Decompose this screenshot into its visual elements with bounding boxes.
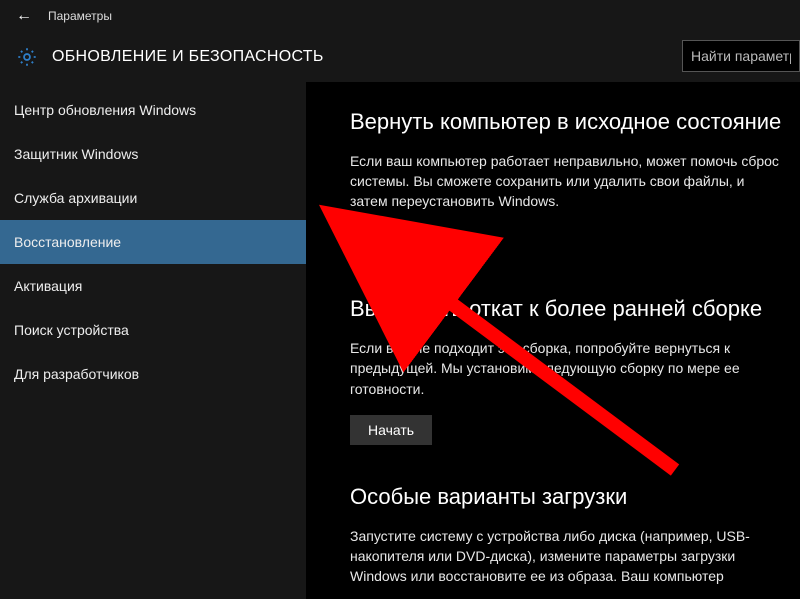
section-rollback-build: Выполнить откат к более ранней сборке Ес…: [350, 295, 786, 444]
section-heading: Особые варианты загрузки: [350, 483, 786, 512]
sidebar-item-label: Для разработчиков: [14, 366, 139, 382]
sidebar-item-windows-update[interactable]: Центр обновления Windows: [0, 88, 306, 132]
page-title: ОБНОВЛЕНИЕ И БЕЗОПАСНОСТЬ: [52, 48, 324, 66]
sidebar-item-label: Центр обновления Windows: [14, 102, 196, 118]
header: ОБНОВЛЕНИЕ И БЕЗОПАСНОСТЬ: [0, 32, 800, 82]
section-body: Запустите систему с устройства либо диск…: [350, 526, 780, 587]
content-pane: Вернуть компьютер в исходное состояние Е…: [306, 82, 800, 599]
section-reset-pc: Вернуть компьютер в исходное состояние Е…: [350, 108, 786, 257]
titlebar: ← Параметры: [0, 0, 800, 32]
section-heading: Вернуть компьютер в исходное состояние: [350, 108, 786, 137]
sidebar-item-label: Поиск устройства: [14, 322, 129, 338]
sidebar-item-label: Активация: [14, 278, 82, 294]
sidebar-item-recovery[interactable]: Восстановление: [0, 220, 306, 264]
section-advanced-startup: Особые варианты загрузки Запустите систе…: [350, 483, 786, 586]
sidebar-item-for-developers[interactable]: Для разработчиков: [0, 352, 306, 396]
sidebar-item-find-device[interactable]: Поиск устройства: [0, 308, 306, 352]
sidebar-item-label: Восстановление: [14, 234, 121, 250]
back-arrow-icon: ←: [16, 7, 32, 25]
section-body: Если ваш компьютер работает неправильно,…: [350, 151, 780, 212]
app-name: Параметры: [48, 9, 112, 23]
sidebar-item-label: Служба архивации: [14, 190, 137, 206]
reset-pc-start-button[interactable]: Начать: [350, 227, 432, 257]
sidebar-item-activation[interactable]: Активация: [0, 264, 306, 308]
search-input[interactable]: [682, 40, 800, 72]
settings-gear-icon: [10, 40, 44, 74]
main: Центр обновления Windows Защитник Window…: [0, 82, 800, 599]
sidebar-item-backup[interactable]: Служба архивации: [0, 176, 306, 220]
section-body: Если вам не подходит эта сборка, попробу…: [350, 338, 780, 399]
sidebar: Центр обновления Windows Защитник Window…: [0, 82, 306, 599]
back-button[interactable]: ←: [4, 0, 44, 32]
rollback-start-button[interactable]: Начать: [350, 415, 432, 445]
sidebar-item-windows-defender[interactable]: Защитник Windows: [0, 132, 306, 176]
section-heading: Выполнить откат к более ранней сборке: [350, 295, 786, 324]
sidebar-item-label: Защитник Windows: [14, 146, 138, 162]
